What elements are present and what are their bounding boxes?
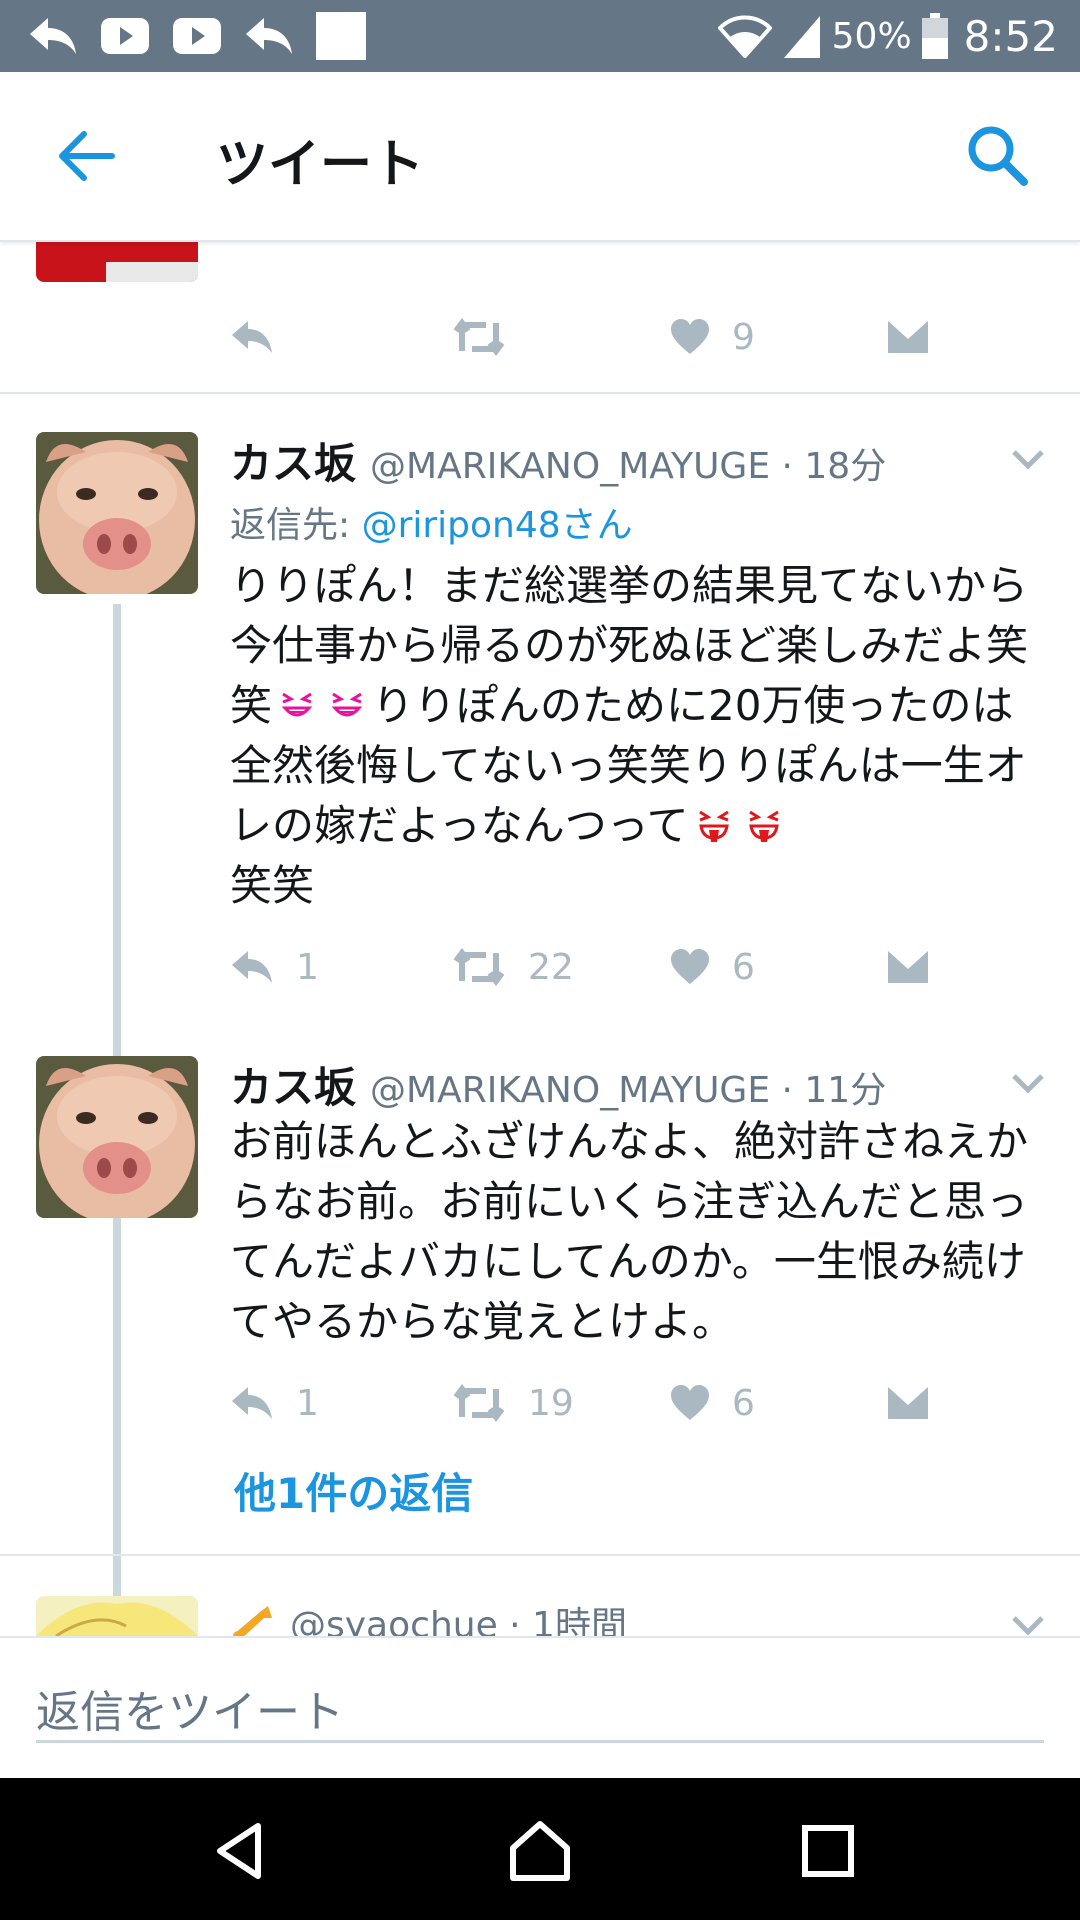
avatar[interactable] (36, 1056, 198, 1218)
retweet-button[interactable]: 19 (452, 1378, 574, 1428)
chevron-down-icon[interactable] (1010, 448, 1046, 472)
retweet-icon (453, 318, 505, 356)
reply-button[interactable]: 1 (230, 1378, 319, 1428)
previous-tweet-actions: 9 (230, 312, 970, 362)
squinting-tongue-emoji-icon (748, 810, 779, 842)
search-icon[interactable] (966, 124, 1028, 186)
notification-icons (28, 8, 366, 64)
direct-message-button[interactable] (886, 942, 930, 992)
reply-to-label: 返信先: (230, 505, 362, 546)
handle-timestamp[interactable]: @syaochue · 1時間 (290, 1596, 627, 1636)
tweet-header: カス坂 @MARIKANO_MAYUGE · 11分 (230, 1054, 886, 1113)
retweet-button[interactable] (452, 312, 506, 362)
heart-icon (671, 1385, 709, 1420)
reply-icon (232, 321, 272, 353)
recent-apps-icon[interactable] (793, 1816, 863, 1886)
retweet-count: 19 (528, 1382, 574, 1424)
reply-input[interactable]: 返信をツイート (36, 1676, 1044, 1743)
youtube-icon (101, 18, 149, 54)
chevron-down-icon[interactable] (1010, 1072, 1046, 1096)
home-icon[interactable] (505, 1816, 575, 1886)
like-button[interactable]: 9 (670, 312, 755, 362)
battery-percent: 50% (831, 15, 912, 57)
battery-icon (921, 13, 948, 59)
grinning-squint-emoji-icon (331, 692, 363, 717)
tweet-header: カス坂 @MARIKANO_MAYUGE · 18分 (230, 430, 886, 489)
retweet-count: 22 (528, 946, 574, 988)
reply-button[interactable]: 1 (230, 942, 319, 992)
status-bar: 50% 8:52 (0, 0, 1080, 72)
reply-to: 返信先: @riripon48さん (230, 496, 633, 548)
clock: 8:52 (963, 11, 1058, 61)
squinting-tongue-emoji-icon (698, 810, 729, 842)
youtube-icon (173, 18, 221, 54)
reply-button[interactable] (230, 312, 274, 362)
app-bar: ツイート (0, 72, 1080, 242)
thread-dots (111, 1466, 123, 1514)
like-count: 6 (732, 1382, 755, 1424)
avatar[interactable] (36, 1596, 198, 1636)
back-arrow-icon[interactable] (56, 130, 116, 182)
direct-message-button[interactable] (886, 1378, 930, 1428)
thread-line (113, 1228, 121, 1636)
system-nav-bar (0, 1778, 1080, 1920)
handle-timestamp[interactable]: @MARIKANO_MAYUGE · 11分 (370, 1061, 886, 1113)
more-replies-link[interactable]: 他1件の返信 (234, 1460, 473, 1521)
reply-composer: 返信をツイート (0, 1636, 1080, 1780)
retweet-icon (453, 948, 505, 986)
grinning-squint-emoji-icon (281, 692, 313, 717)
envelope-icon (888, 951, 928, 983)
reply-count: 1 (296, 946, 319, 988)
direct-message-button[interactable] (886, 312, 930, 362)
page-title: ツイート (216, 135, 425, 195)
tweet-text: りりぽん！まだ総選挙の結果見てないから今仕事から帰るのが死ぬほど楽しみだよ笑笑り… (230, 556, 1050, 916)
wifi-icon (717, 15, 772, 58)
like-button[interactable]: 6 (670, 942, 755, 992)
tweet-actions: 1 22 6 (230, 942, 970, 992)
signal-icon (783, 16, 820, 58)
avatar[interactable] (36, 432, 198, 594)
retweet-icon (453, 1384, 505, 1422)
image-icon (316, 12, 366, 60)
envelope-icon (888, 321, 928, 353)
like-count: 6 (732, 946, 755, 988)
handle-timestamp[interactable]: @MARIKANO_MAYUGE · 18分 (370, 437, 886, 489)
reply-count: 1 (296, 1382, 319, 1424)
divider (0, 392, 1080, 394)
tweet-header: @syaochue · 1時間 (230, 1596, 627, 1636)
reply-to-user-link[interactable]: @riripon48さん (362, 505, 633, 546)
divider (0, 1554, 1080, 1556)
reply-icon (30, 18, 76, 54)
trumpet-icon (233, 1606, 272, 1636)
tweet-text-part: 笑笑 (230, 861, 315, 910)
like-count: 9 (732, 316, 755, 358)
back-icon[interactable] (206, 1816, 276, 1886)
display-name[interactable]: カス坂 (230, 1054, 356, 1115)
heart-icon (671, 319, 709, 354)
tweet-text: お前ほんとふざけんなよ、絶対許さねえからなお前。お前にいくら注ぎ込んだと思ってん… (230, 1117, 1029, 1346)
previous-tweet-image[interactable] (36, 240, 198, 282)
tweet-list: 9 カス坂 @MARIKANO_MAYUGE · 18分 返信先: @ririp… (0, 240, 1080, 1636)
envelope-icon (888, 1387, 928, 1419)
reply-icon (232, 1387, 272, 1419)
tweet-actions: 1 19 6 (230, 1378, 970, 1428)
reply-icon (232, 951, 272, 983)
heart-icon (671, 949, 709, 984)
like-button[interactable]: 6 (670, 1378, 755, 1428)
chevron-down-icon[interactable] (1010, 1614, 1046, 1636)
display-name[interactable]: カス坂 (230, 430, 356, 491)
reply-icon (246, 18, 292, 54)
retweet-button[interactable]: 22 (452, 942, 574, 992)
